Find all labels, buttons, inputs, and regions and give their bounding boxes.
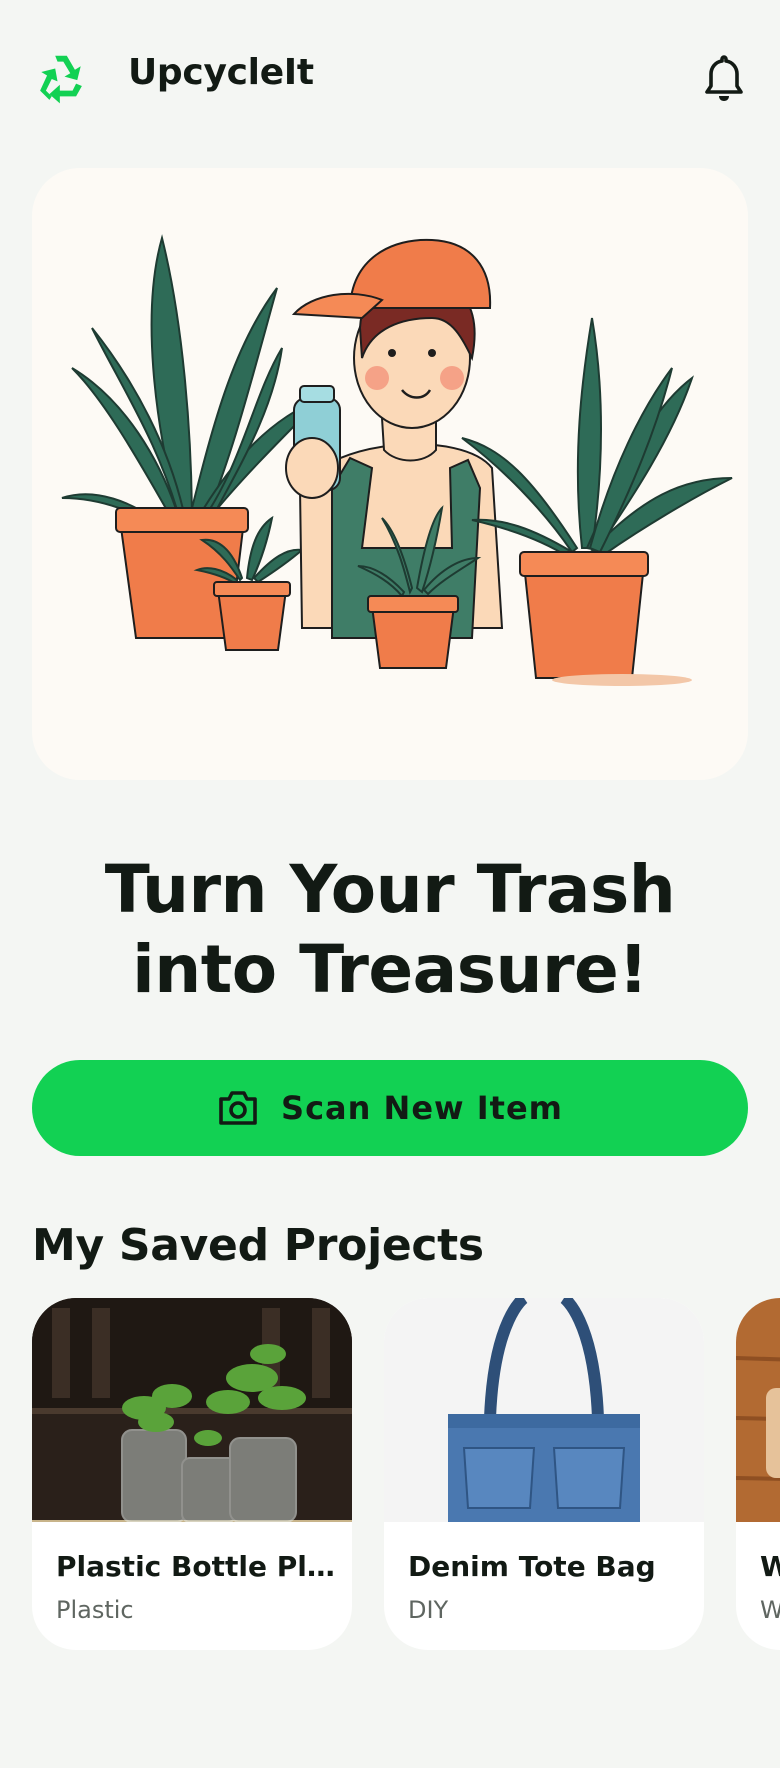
denim-tote-bag-image — [384, 1298, 704, 1522]
scan-button-label: Scan New Item — [281, 1089, 563, 1127]
saved-projects-title: My Saved Projects — [32, 1220, 484, 1271]
project-category: DIY — [408, 1596, 449, 1624]
app-title: UpcycleIt — [128, 52, 314, 93]
hero-illustration — [32, 168, 748, 780]
top-bar: UpcycleIt — [0, 0, 780, 160]
hero-headline: Turn Your Trash into Treasure! — [104, 851, 676, 1008]
project-card[interactable]: W W — [736, 1298, 780, 1650]
wood-project-image — [736, 1298, 780, 1522]
plastic-bottle-planters-image — [32, 1298, 352, 1522]
saved-projects-carousel[interactable]: Plastic Bottle Pla... Plastic Denim Tote… — [32, 1298, 780, 1650]
gardener-illustration — [61, 234, 733, 686]
recycle-icon — [40, 55, 82, 104]
bell-icon[interactable] — [700, 52, 748, 104]
app-screen: UpcycleIt Turn Your Trash into Treasure!… — [0, 0, 780, 1768]
project-category: Plastic — [56, 1596, 134, 1624]
camera-icon — [219, 1091, 257, 1125]
project-title: Denim Tote Bag — [408, 1550, 656, 1583]
project-category: W — [760, 1596, 780, 1624]
project-card[interactable]: Plastic Bottle Pla... Plastic — [32, 1298, 352, 1650]
project-title: Plastic Bottle Pla... — [56, 1550, 336, 1583]
project-title: W — [760, 1550, 780, 1583]
scan-new-item-button[interactable]: Scan New Item — [32, 1060, 748, 1156]
project-card[interactable]: Denim Tote Bag DIY — [384, 1298, 704, 1650]
